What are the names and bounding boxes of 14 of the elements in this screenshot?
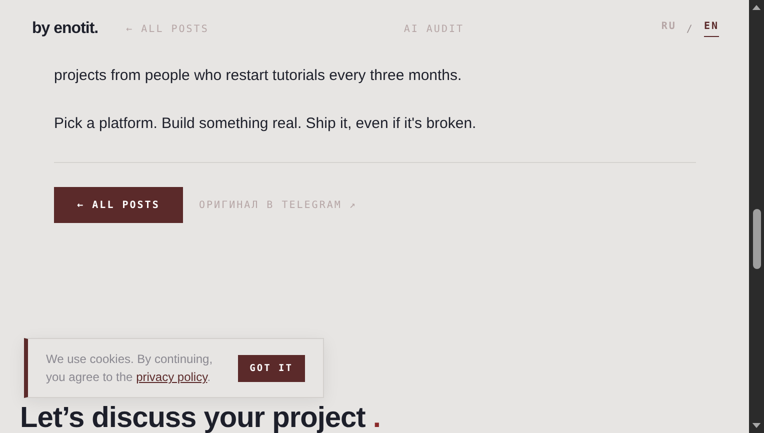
- privacy-policy-link[interactable]: privacy policy: [136, 370, 208, 384]
- scrollbar-thumb[interactable]: [752, 209, 760, 269]
- language-separator: /: [686, 24, 694, 34]
- scroll-up-icon[interactable]: [752, 5, 761, 10]
- article-paragraph: Pick a platform. Build something real. Ship it, even if it's broken.: [54, 114, 478, 134]
- got-it-button[interactable]: GOT IT: [238, 354, 305, 382]
- language-tab[interactable]: EN: [704, 21, 719, 37]
- all-posts-button[interactable]: ← ALL POSTS: [54, 187, 183, 223]
- scroll-down-icon[interactable]: [752, 423, 761, 428]
- scrollbar[interactable]: [749, 0, 764, 433]
- cta-heading: Let’s discuss your project .: [20, 403, 382, 433]
- article-paragraph: projects from people who restart tutorials every three months.: [54, 66, 463, 86]
- logo[interactable]: by enotit.: [32, 20, 98, 38]
- cookie-notice-text: We use cookies. By continuing, you agree to the privacy policy.: [46, 351, 214, 386]
